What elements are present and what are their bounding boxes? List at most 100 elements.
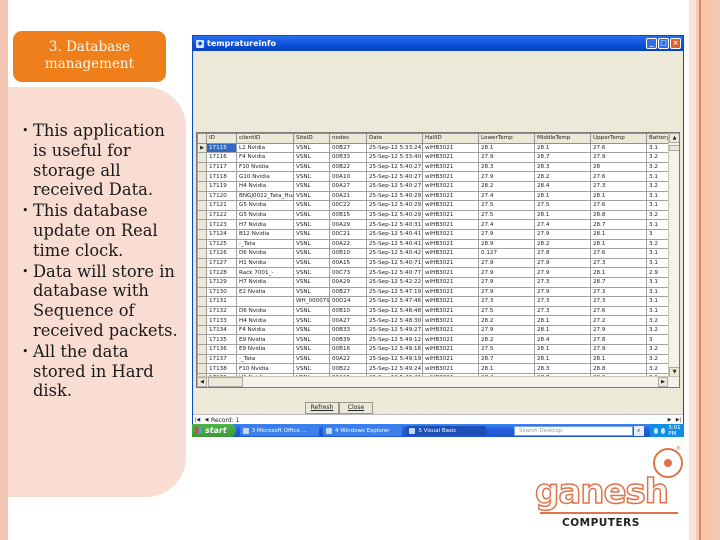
task-visual-basic[interactable]: 5 Visual Basic (406, 425, 486, 436)
cell-hallid[interactable]: wlHB3021 (422, 161, 479, 173)
cell-hallid[interactable]: wlHB3021 (422, 353, 479, 365)
table-row[interactable]: 17122 G5 Nvidia VSNL 00B15 25-Sep-12 5:40:29… (197, 209, 674, 221)
cell-date[interactable]: 25-Sep-12 5:47:19 PM (366, 286, 423, 298)
cell-siteid[interactable]: VSNL (293, 324, 330, 336)
cell-id[interactable]: 17134 (206, 324, 237, 336)
desktop-search-input[interactable]: Search Desktop (513, 425, 633, 436)
cell-lowertemp[interactable]: 0.127 (478, 248, 535, 259)
cell-id[interactable]: 17128 (206, 267, 237, 278)
cell-siteid[interactable]: VSNL (293, 315, 330, 326)
cell-hallid[interactable]: wlHB3021 (422, 248, 479, 259)
cell-siteid[interactable]: VSNL (293, 238, 330, 250)
data-grid[interactable]: ID clientID SiteID nodes Date HallID LowerTemp… (196, 132, 680, 388)
cell-siteid[interactable]: VSNL (293, 286, 330, 298)
cell-siteid[interactable]: VSNL (293, 334, 330, 346)
first-record-button[interactable]: |◀ (193, 417, 202, 423)
cell-date[interactable]: 25-Sep-12 5:49:24 PM (366, 363, 423, 374)
row-selector[interactable] (197, 324, 207, 336)
table-row[interactable]: 17132 D6 Nvidia VSNL 00B10 25-Sep-12 5:48:48… (197, 305, 674, 317)
cell-clientid[interactable]: H4 Nvidia (236, 180, 294, 192)
last-record-button[interactable]: ▶| (674, 417, 683, 423)
cell-lowertemp[interactable]: 28.2 (478, 180, 535, 192)
column-header[interactable]: ID (206, 133, 237, 144)
table-row[interactable]: ▶ 17115 L2 Nvidia VSNL 00B27 25-Sep-12 5:33:2… (197, 142, 674, 154)
cell-lowertemp[interactable]: 27.9 (478, 171, 535, 182)
row-selector[interactable] (197, 286, 207, 298)
cell-hallid[interactable]: wlHB3021 (422, 190, 479, 202)
cell-uppertemp[interactable]: 27.6 (590, 171, 647, 182)
cell-id[interactable]: 17135 (206, 334, 237, 346)
task-office[interactable]: 3 Microsoft Office ... (239, 425, 320, 436)
row-selector[interactable] (197, 200, 207, 211)
table-row[interactable]: 17124 B12 Nvidia VSNL 00C21 25-Sep-12 5:40:4… (197, 228, 674, 240)
table-row[interactable]: 17118 G10 Nvidia VSNL 00A10 25-Sep-12 5:40:2… (197, 171, 674, 182)
volume-icon[interactable] (660, 427, 666, 434)
cell-uppertemp[interactable]: 27.6 (590, 142, 647, 154)
table-row[interactable]: 17127 H1 Nvidia VSNL 00A15 25-Sep-12 5:40:71… (197, 257, 674, 269)
cell-hallid[interactable]: wlHB3021 (422, 286, 479, 298)
cell-uppertemp[interactable]: 27.9 (590, 344, 647, 355)
cell-lowertemp[interactable]: 27.9 (478, 228, 535, 240)
cell-clientid[interactable]: E9 Nvidia (236, 344, 294, 355)
cell-uppertemp[interactable]: 28 (590, 161, 647, 173)
cell-middletemp[interactable]: 27.9 (534, 228, 591, 240)
column-header[interactable]: nodes (329, 133, 367, 144)
cell-clientid[interactable]: H7 Nvidia (236, 276, 294, 288)
cell-id[interactable]: 17127 (206, 257, 237, 269)
cell-siteid[interactable]: VSNL (293, 228, 330, 240)
cell-date[interactable]: 25-Sep-12 5:40:77 PM (366, 267, 423, 278)
cell-hallid[interactable]: wlHB3021 (422, 324, 479, 336)
cell-nodes[interactable]: 00A15 (329, 257, 367, 269)
cell-date[interactable]: 25-Sep-12 5:48:48 PM (366, 305, 423, 317)
window-titlebar[interactable]: ◆ tempratureinfo _ □ × (193, 36, 683, 51)
cell-clientid[interactable]: G10 Nvidia (236, 171, 294, 182)
cell-id[interactable]: 17123 (206, 219, 237, 230)
column-header[interactable]: MiddleTemp (534, 133, 591, 144)
table-row[interactable]: 17123 H7 Nvidia VSNL 00A29 25-Sep-12 5:40:31… (197, 219, 674, 230)
cell-clientid[interactable]: F4 Nvidia (236, 152, 294, 163)
row-selector[interactable] (197, 209, 207, 221)
cell-id[interactable]: 17125 (206, 238, 237, 250)
cell-id[interactable]: 17115 (206, 142, 237, 154)
cell-lowertemp[interactable]: 27.9 (478, 267, 535, 278)
cell-hallid[interactable]: wlHB3021 (422, 152, 479, 163)
cell-lowertemp[interactable]: 28.2 (478, 315, 535, 326)
refresh-button[interactable]: Refresh (305, 402, 339, 414)
cell-date[interactable]: 25-Sep-12 5:33:24 PM (366, 142, 423, 154)
cell-siteid[interactable]: VSNL (293, 152, 330, 163)
table-row[interactable]: 17126 D6 Nvidia VSNL 00B10 25-Sep-12 5:40:42… (197, 248, 674, 259)
cell-uppertemp[interactable]: 27.9 (590, 152, 647, 163)
cell-middletemp[interactable]: 28.1 (534, 353, 591, 365)
table-row[interactable]: 17120 BNGJ0022_Tata_Hua VSNL 00A21 25-Sep-12… (197, 190, 674, 202)
cell-nodes[interactable]: 00C73 (329, 267, 367, 278)
cell-clientid[interactable]: D6 Nvidia (236, 305, 294, 317)
cell-nodes[interactable]: 00D24 (329, 296, 367, 307)
cell-clientid[interactable]: -_Tata (236, 238, 294, 250)
cell-hallid[interactable]: wlHB3021 (422, 363, 479, 374)
cell-date[interactable]: 25-Sep-12 5:49:19 PM (366, 353, 423, 365)
cell-nodes[interactable]: 00B33 (329, 152, 367, 163)
horizontal-scrollbar[interactable]: ◀ ▶ (197, 376, 679, 387)
cell-nodes[interactable]: 00B22 (329, 363, 367, 374)
cell-siteid[interactable]: VSNL (293, 276, 330, 288)
row-selector[interactable] (197, 152, 207, 163)
table-row[interactable]: 17135 E9 Nvidia VSNL 00B39 25-Sep-12 5:49:12… (197, 334, 674, 346)
cell-hallid[interactable]: wlHB3021 (422, 228, 479, 240)
cell-lowertemp[interactable]: 28.3 (478, 161, 535, 173)
cell-uppertemp[interactable]: 27.3 (590, 286, 647, 298)
cell-nodes[interactable]: 00C22 (329, 200, 367, 211)
cell-nodes[interactable]: 00A10 (329, 171, 367, 182)
table-row[interactable]: 17137-_TataVSNL00A2225-Sep-12 5:49:19 PM… (197, 353, 674, 365)
row-selector[interactable] (197, 315, 207, 326)
row-selector[interactable] (197, 344, 207, 355)
cell-lowertemp[interactable]: 27.4 (478, 219, 535, 230)
cell-id[interactable]: 17129 (206, 276, 237, 288)
column-header[interactable]: LowerTemp (478, 133, 535, 144)
cell-siteid[interactable]: VSNL (293, 267, 330, 278)
row-selector[interactable]: ▶ (197, 142, 207, 154)
row-selector[interactable] (197, 334, 207, 346)
column-header[interactable]: HallID (422, 133, 479, 144)
cell-lowertemp[interactable]: 27.3 (478, 296, 535, 307)
cell-uppertemp[interactable]: 28.7 (590, 219, 647, 230)
cell-id[interactable]: 17116 (206, 152, 237, 163)
